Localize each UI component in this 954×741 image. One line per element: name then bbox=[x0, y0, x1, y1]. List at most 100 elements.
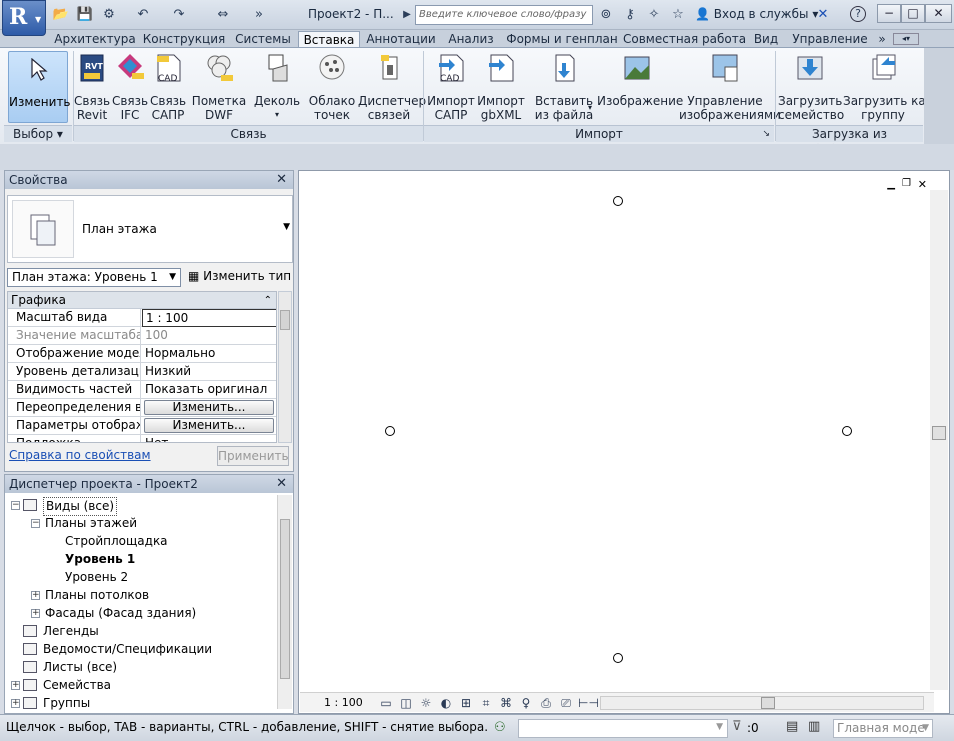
scrollbar-thumb[interactable] bbox=[280, 310, 290, 330]
close-icon[interactable]: ✕ bbox=[276, 171, 287, 189]
instance-filter-select[interactable]: План этажа: Уровень 1 ▼ bbox=[7, 268, 181, 287]
maximize-button[interactable]: □ bbox=[901, 4, 925, 23]
property-row[interactable]: Подложка Нет bbox=[8, 435, 276, 442]
browser-item[interactable]: Группы bbox=[43, 695, 90, 712]
render-icon[interactable]: ⊞ bbox=[458, 696, 474, 710]
tab-collaborate[interactable]: Совместная работа bbox=[623, 31, 746, 48]
restore-view-icon[interactable]: ❐ bbox=[902, 178, 911, 189]
property-row[interactable]: Видимость частей Показать оригинал bbox=[8, 381, 276, 399]
vertical-scrollbar[interactable] bbox=[930, 190, 948, 690]
star-icon[interactable]: ☆ bbox=[669, 6, 687, 24]
application-menu-button[interactable]: R ▼ bbox=[2, 0, 46, 36]
more-icon[interactable]: » bbox=[250, 6, 268, 24]
close-view-icon[interactable]: ✕ bbox=[918, 178, 927, 191]
exchange-apps-icon[interactable]: ✕ bbox=[814, 6, 832, 24]
crop-region-icon[interactable]: ⌘ bbox=[498, 696, 514, 710]
display-options-edit-button[interactable]: Изменить... bbox=[144, 418, 274, 433]
sign-in-button[interactable]: 👤 Вход в службы ▾ bbox=[695, 7, 818, 21]
tab-insert[interactable]: Вставка bbox=[298, 31, 360, 48]
expand-icon[interactable]: + bbox=[31, 609, 40, 618]
browser-item[interactable]: Ведомости/Спецификации bbox=[43, 641, 212, 658]
help-icon[interactable]: ? bbox=[850, 6, 866, 22]
expand-icon[interactable]: + bbox=[11, 681, 20, 690]
collapse-icon[interactable]: − bbox=[11, 501, 20, 510]
subscription-icon[interactable]: ✧ bbox=[645, 6, 663, 24]
scrollbar-thumb[interactable] bbox=[932, 426, 946, 440]
expand-icon[interactable]: + bbox=[31, 591, 40, 600]
browser-item[interactable]: Планы этажей bbox=[45, 515, 137, 532]
temporary-hide-icon[interactable]: ♀ bbox=[518, 696, 534, 710]
property-value[interactable]: Нет bbox=[142, 435, 276, 442]
scrollbar-thumb[interactable] bbox=[280, 519, 290, 679]
property-value[interactable]: Низкий bbox=[142, 363, 276, 381]
undo-icon[interactable]: ↶ bbox=[134, 6, 152, 24]
property-row[interactable]: Параметры отображ... Изменить... bbox=[8, 417, 276, 435]
main-model-select[interactable]: Главная моде ▼ bbox=[833, 719, 933, 738]
panel-select-title[interactable]: Выбор ▾ bbox=[4, 125, 72, 142]
tab-annotate[interactable]: Аннотации bbox=[362, 31, 440, 48]
tab-systems[interactable]: Системы bbox=[230, 31, 296, 48]
tab-view[interactable]: Вид bbox=[748, 31, 784, 48]
browser-item[interactable]: Планы потолков bbox=[45, 587, 149, 604]
collapse-icon[interactable]: ⌃ bbox=[264, 292, 272, 309]
close-button[interactable]: ✕ bbox=[925, 4, 952, 23]
property-row[interactable]: Отображение модели Нормально bbox=[8, 345, 276, 363]
sun-path-icon[interactable]: ☼ bbox=[418, 696, 434, 710]
browser-item[interactable]: Листы (все) bbox=[43, 659, 117, 676]
horizontal-scrollbar[interactable] bbox=[600, 696, 924, 710]
redo-icon[interactable]: ↷ bbox=[170, 6, 188, 24]
tab-massing-site[interactable]: Формы и генплан bbox=[502, 31, 622, 48]
close-icon[interactable]: ✕ bbox=[276, 475, 287, 493]
elevation-marker-north[interactable] bbox=[613, 196, 623, 206]
section-graphics[interactable]: Графика ⌃ bbox=[8, 292, 276, 309]
design-options-select[interactable]: ▼ bbox=[518, 719, 728, 738]
visual-style-icon[interactable]: ◫ bbox=[398, 696, 414, 710]
measure-icon[interactable]: ⇔ bbox=[214, 6, 232, 24]
save-icon[interactable]: 💾 bbox=[76, 6, 94, 24]
vg-overrides-edit-button[interactable]: Изменить... bbox=[144, 400, 274, 415]
crop-view-icon[interactable]: ⌗ bbox=[478, 696, 494, 710]
expand-icon[interactable]: + bbox=[11, 699, 20, 708]
drawing-area[interactable]: ▁ ❐ ✕ bbox=[298, 170, 950, 714]
property-row[interactable]: Масштаб вида 1 : 100 bbox=[8, 309, 276, 327]
key-icon[interactable]: ⚷ bbox=[621, 6, 639, 24]
chevron-right-icon[interactable]: ▶ bbox=[398, 6, 416, 24]
apply-button[interactable]: Применить bbox=[217, 446, 289, 466]
worksets-icon[interactable]: ⚇ bbox=[494, 720, 506, 735]
tab-architecture[interactable]: Архитектура bbox=[50, 31, 140, 48]
filter-icon[interactable]: ⊽ bbox=[732, 719, 742, 734]
main-model-icon[interactable]: ▥ bbox=[808, 719, 820, 734]
collapse-icon[interactable]: − bbox=[31, 519, 40, 528]
search-input[interactable]: Введите ключевое слово/фразу bbox=[415, 5, 593, 25]
property-row[interactable]: Уровень детализации Низкий bbox=[8, 363, 276, 381]
ribbon-toggle-icon[interactable]: ◂▾ bbox=[893, 33, 919, 45]
shadows-icon[interactable]: ◐ bbox=[438, 696, 454, 710]
editing-requests-icon[interactable]: ▤ bbox=[786, 719, 798, 734]
properties-scrollbar[interactable] bbox=[278, 291, 292, 443]
binoculars-icon[interactable]: ⊚ bbox=[597, 6, 615, 24]
minimize-button[interactable]: − bbox=[877, 4, 901, 23]
browser-item[interactable]: Уровень 2 bbox=[65, 569, 128, 586]
property-value[interactable]: Показать оригинал bbox=[142, 381, 276, 399]
dialog-launcher-icon[interactable]: ↘ bbox=[762, 126, 770, 142]
property-value[interactable]: Нормально bbox=[142, 345, 276, 363]
detail-level-icon[interactable]: ▭ bbox=[378, 696, 394, 710]
type-selector[interactable]: План этажа ▼ bbox=[7, 195, 293, 263]
view-scale[interactable]: 1 : 100 bbox=[324, 696, 363, 709]
browser-item[interactable]: Стройплощадка bbox=[65, 533, 168, 550]
view-scale-input[interactable]: 1 : 100 bbox=[142, 309, 276, 327]
browser-scrollbar[interactable] bbox=[277, 495, 292, 709]
highlight-displacement-icon[interactable]: ⊢⊣ bbox=[578, 696, 599, 710]
edit-type-button[interactable]: ▦ Изменить тип bbox=[188, 269, 291, 283]
modify-button[interactable]: Изменить bbox=[8, 51, 71, 123]
property-row[interactable]: Переопределения в... Изменить... bbox=[8, 399, 276, 417]
tab-manage[interactable]: Управление bbox=[788, 31, 872, 48]
browser-item[interactable]: Виды (все) bbox=[43, 497, 118, 516]
sync-icon[interactable]: ⚙ bbox=[100, 6, 118, 24]
analytical-model-icon[interactable]: ⎚ bbox=[558, 696, 574, 710]
elevation-marker-south[interactable] bbox=[613, 653, 623, 663]
open-icon[interactable]: 📂 bbox=[52, 6, 70, 24]
browser-item[interactable]: Фасады (Фасад здания) bbox=[45, 605, 196, 622]
tab-overflow-icon[interactable]: » bbox=[874, 31, 890, 48]
tab-analyze[interactable]: Анализ bbox=[443, 31, 499, 48]
